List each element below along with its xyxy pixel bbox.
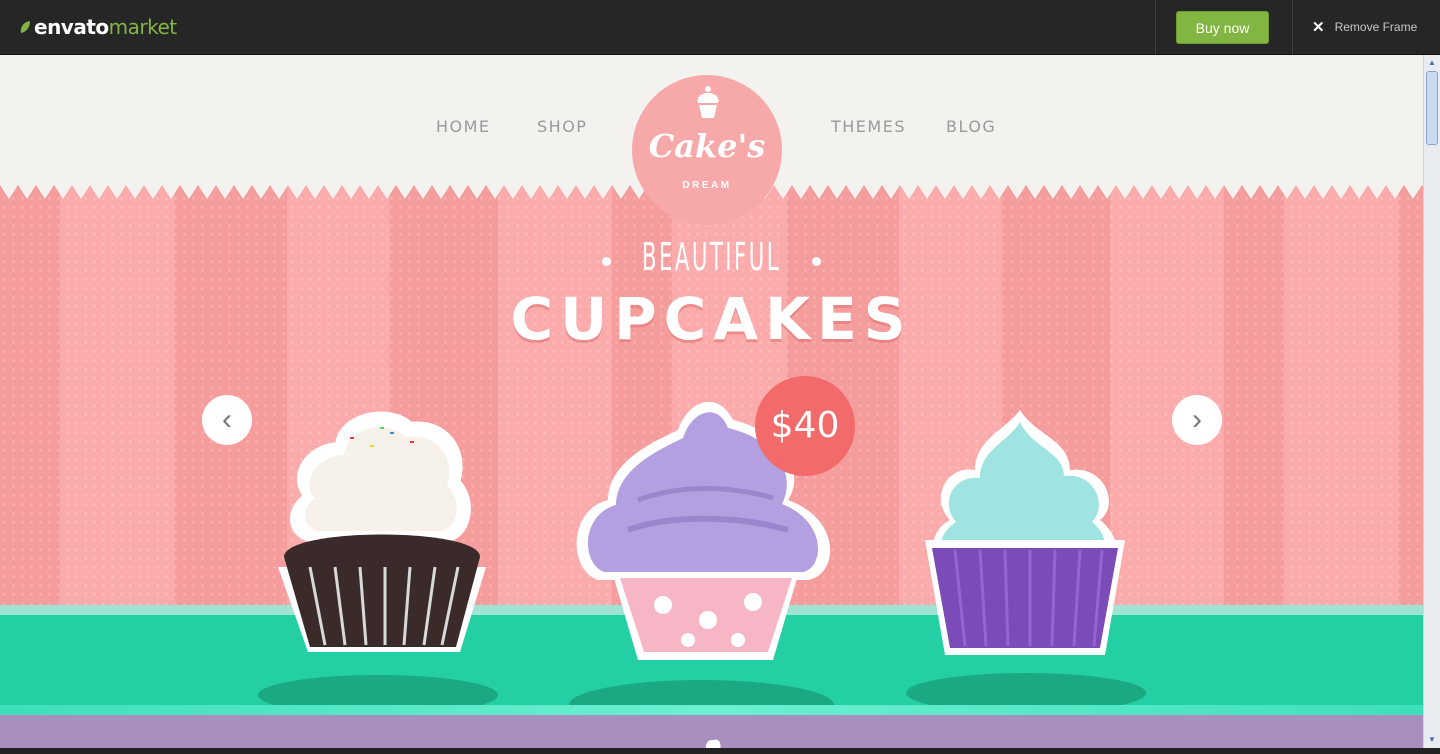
hero-kicker: BEAUTIFUL [642, 235, 781, 279]
divider [1155, 0, 1156, 55]
bottom-border [0, 748, 1440, 754]
remove-frame-button[interactable]: ✕ Remove Frame [1312, 18, 1417, 36]
cupcake-icon [705, 739, 721, 748]
nav-themes[interactable]: THEMES [831, 117, 906, 136]
slider-prev-button[interactable]: ‹ [202, 395, 252, 445]
buy-now-button[interactable]: Buy now [1176, 11, 1269, 44]
close-icon: ✕ [1312, 19, 1325, 36]
next-section-band [0, 715, 1423, 748]
scrollbar-thumb[interactable] [1426, 71, 1438, 145]
cupcake-logo-icon [697, 86, 719, 118]
hero-title: CUPCAKES [510, 285, 913, 353]
chevron-right-icon: › [1192, 403, 1202, 436]
chocolate-cupcake-image [278, 411, 486, 652]
logo-envato-text: envato [34, 15, 109, 39]
decor-dot [812, 257, 821, 266]
nav-home[interactable]: HOME [436, 117, 491, 136]
envato-top-bar: envato market Buy now ✕ Remove Frame [0, 0, 1440, 55]
price-badge: $40 [755, 376, 855, 476]
remove-frame-label: Remove Frame [1334, 20, 1418, 34]
mint-cupcake-image [925, 410, 1125, 655]
slider-next-button[interactable]: › [1172, 395, 1222, 445]
scroll-up-icon[interactable]: ▲ [1426, 57, 1438, 69]
cakes-dream-logo[interactable]: Cake's DREAM [632, 75, 782, 225]
table-front-edge [0, 705, 1423, 715]
vertical-scrollbar[interactable]: ▲ ▼ [1423, 55, 1440, 748]
brand-name: Cake's [648, 127, 766, 165]
divider [1292, 0, 1293, 55]
chevron-left-icon: ‹ [222, 403, 232, 436]
envato-market-logo[interactable]: envato market [19, 15, 177, 39]
hero-slider: BEAUTIFUL CUPCAKES ‹ › $40 [0, 185, 1423, 705]
theme-preview-frame: HOME SHOP THEMES BLOG BEAUTIFUL CUPCAKES… [0, 55, 1423, 748]
nav-shop[interactable]: SHOP [537, 117, 587, 136]
leaf-icon [20, 21, 30, 33]
nav-blog[interactable]: BLOG [946, 117, 996, 136]
brand-tagline: DREAM [682, 180, 732, 191]
logo-market-text: market [108, 15, 177, 39]
scroll-down-icon[interactable]: ▼ [1426, 734, 1438, 746]
cupcake-shadow [906, 673, 1146, 705]
